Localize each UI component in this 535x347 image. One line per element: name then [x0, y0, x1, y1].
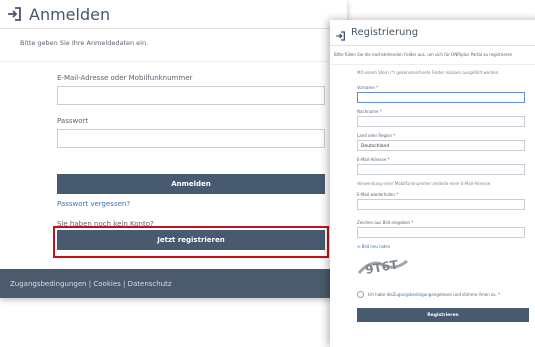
login-title: Anmelden [29, 4, 111, 24]
terms-checkbox[interactable] [357, 291, 364, 298]
captcha-field[interactable] [357, 227, 525, 238]
registration-header: Registrierung [330, 20, 535, 46]
captcha-label: Zeichen aus Bild eingeben * [357, 220, 414, 225]
country-label: Land oder Region * [357, 133, 396, 138]
registration-intro: Bitte füllen Sie die nachstehenden Felde… [330, 46, 535, 65]
login-form: E-Mail-Adresse oder Mobilfunknummer Pass… [57, 74, 327, 250]
email-label: E-Mail-Adresse * [357, 157, 390, 162]
email-field[interactable] [57, 86, 325, 105]
login-intro: Bitte geben Sie Ihre Anmeldedaten ein. [0, 29, 347, 62]
email-repeat-field[interactable] [357, 199, 525, 210]
country-select[interactable]: Deutschland [357, 140, 525, 151]
password-field[interactable] [57, 129, 325, 148]
registration-form: Mit einem Stern (*) gekennzeichnete Feld… [357, 70, 529, 322]
forgot-password-link[interactable]: Passwort vergessen? [57, 200, 327, 208]
login-header: Anmelden [0, 0, 347, 29]
captcha-image: 9T6T [357, 255, 409, 277]
email-label: E-Mail-Adresse oder Mobilfunknummer [57, 74, 193, 82]
last-name-label: Nachname * [357, 109, 382, 114]
terms-prefix: Ich habe die [368, 292, 393, 297]
mobile-hint: Verwendung einer Mobilfunknummer anstell… [357, 181, 491, 186]
email-field[interactable] [357, 164, 525, 175]
required-note: Mit einem Stern (*) gekennzeichnete Feld… [357, 70, 500, 75]
login-arrow-icon [335, 27, 347, 41]
password-label: Passwort [57, 117, 89, 125]
terms-link[interactable]: Zugangsbedingungen [393, 292, 437, 297]
registration-panel: Registrierung Bitte füllen Sie die nachs… [330, 20, 535, 347]
registration-title: Registrierung [351, 27, 419, 38]
login-arrow-icon [6, 5, 24, 23]
login-button[interactable]: Anmelden [57, 174, 325, 194]
email-repeat-label: E-Mail wiederholen * [357, 192, 399, 197]
last-name-field[interactable] [357, 116, 525, 127]
terms-suffix: gelesen und stimme ihnen zu. * [436, 292, 501, 297]
register-submit-button[interactable]: Registrieren [357, 308, 529, 322]
terms-row: Ich habe die Zugangsbedingungen gelesen … [357, 291, 527, 298]
login-footer[interactable]: Zugangsbedingungen | Cookies | Datenschu… [0, 269, 347, 298]
register-highlight [53, 226, 329, 258]
reload-image-link[interactable]: ⟲ Bild neu laden [357, 244, 527, 249]
first-name-label: Vorname * [357, 85, 379, 90]
first-name-field[interactable] [357, 92, 525, 103]
